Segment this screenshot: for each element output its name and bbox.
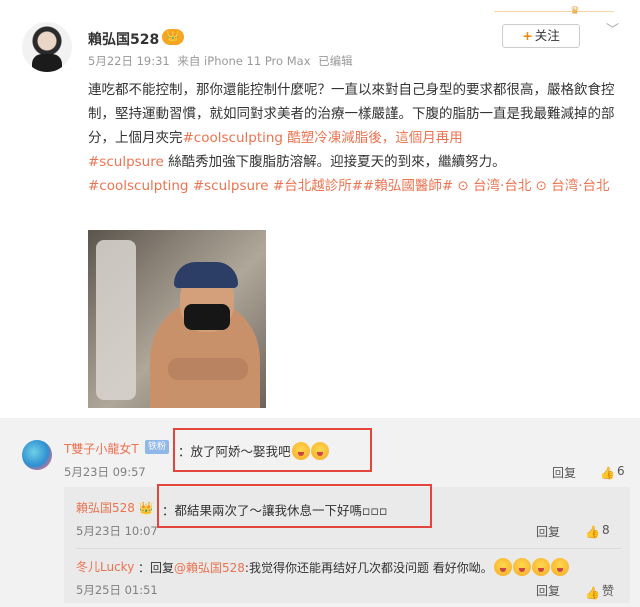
divider xyxy=(76,548,622,549)
hashtag-sculpsure[interactable]: #sculpsure xyxy=(88,154,164,170)
post-meta: 5月22日 19:31 来自 iPhone 11 Pro Max 已编辑 xyxy=(88,53,353,69)
mention-link[interactable]: @賴弘国528 xyxy=(174,561,245,575)
emoji-icon xyxy=(550,558,569,576)
post-text-2: 絲酷秀加強下腹脂肪溶解。迎接夏天的到來，繼續努力。 xyxy=(168,154,506,170)
weibo-post: ♛ 賴弘国528 👑 5月22日 19:31 来自 iPhone 11 Pro … xyxy=(0,0,640,410)
fan-badge: 铁粉 xyxy=(145,440,170,454)
vip-badge-icon: 👑 xyxy=(138,501,154,515)
location-link-1[interactable]: ⊙ 台湾·台北 xyxy=(457,178,531,194)
commenter-avatar[interactable] xyxy=(22,440,52,470)
hashtag-sculpsure-2[interactable]: #sculpsure xyxy=(193,178,269,194)
plus-icon: + xyxy=(522,28,533,43)
like-button[interactable]: 👍 赞 xyxy=(585,582,614,600)
highlight-box xyxy=(157,484,432,528)
crown-icon: ♛ xyxy=(570,4,580,17)
commenter-name[interactable]: T雙子小龍女T xyxy=(64,440,139,457)
like-button[interactable]: 👍 8 xyxy=(585,523,610,539)
post-photo[interactable] xyxy=(88,230,266,408)
reply-button[interactable]: 回复 xyxy=(536,582,560,599)
reply-button[interactable]: 回复 xyxy=(536,523,560,540)
like-button[interactable]: 👍 6 xyxy=(600,464,625,480)
reply-author-name[interactable]: 賴弘国528 👑 xyxy=(76,499,154,516)
hashtag-coolsculpting-2[interactable]: #coolsculpting xyxy=(88,178,189,194)
hashtag-doctor[interactable]: #賴弘國醫師# xyxy=(363,178,453,194)
reply-time: 5月25日 01:51 xyxy=(76,583,158,597)
reply-text: ：回复@賴弘国528:我觉得你还能再结好几次都没问题 看好你呦。 xyxy=(138,558,569,576)
reply-time: 5月23日 10:07 xyxy=(76,524,158,538)
comment-time: 5月23日 09:57 xyxy=(64,465,146,479)
highlight-box xyxy=(173,428,372,472)
chevron-down-icon[interactable]: ﹀ xyxy=(606,24,620,38)
follow-label: 关注 xyxy=(534,28,560,43)
thumbs-up-icon: 👍 xyxy=(585,525,600,539)
post-date[interactable]: 5月22日 19:31 xyxy=(88,54,170,68)
emoji-icon xyxy=(512,558,531,576)
emoji-icon xyxy=(493,558,512,576)
emoji-icon xyxy=(531,558,550,576)
hashtag-coolsculpting[interactable]: #coolsculpting 酷塑冷凍減脂後，這個月再用 xyxy=(183,130,463,146)
post-source: 来自 iPhone 11 Pro Max xyxy=(177,54,311,68)
follow-button[interactable]: + 关注 xyxy=(502,24,580,48)
location-link-2[interactable]: ⊙ 台湾·台北 xyxy=(536,178,610,194)
post-username[interactable]: 賴弘国528 xyxy=(88,29,159,49)
location-pin-icon: ⊙ xyxy=(535,178,552,194)
edited-label[interactable]: 已编辑 xyxy=(318,54,353,68)
reply-button[interactable]: 回复 xyxy=(552,464,576,481)
decorative-line: ♛ xyxy=(494,4,614,17)
thumbs-up-icon: 👍 xyxy=(600,466,615,480)
vip-badge-icon: 👑 xyxy=(162,29,184,45)
post-content: 連吃都不能控制，那你還能控制什麼呢？一直以來對自己身型的要求都很高，嚴格飲食控制… xyxy=(88,78,618,198)
location-pin-icon: ⊙ xyxy=(457,178,474,194)
avatar[interactable] xyxy=(22,22,72,72)
thumbs-up-icon: 👍 xyxy=(585,586,600,600)
reply-author-name[interactable]: 冬儿Lucky xyxy=(76,558,134,575)
hashtag-clinic[interactable]: #台北越診所# xyxy=(273,178,363,194)
